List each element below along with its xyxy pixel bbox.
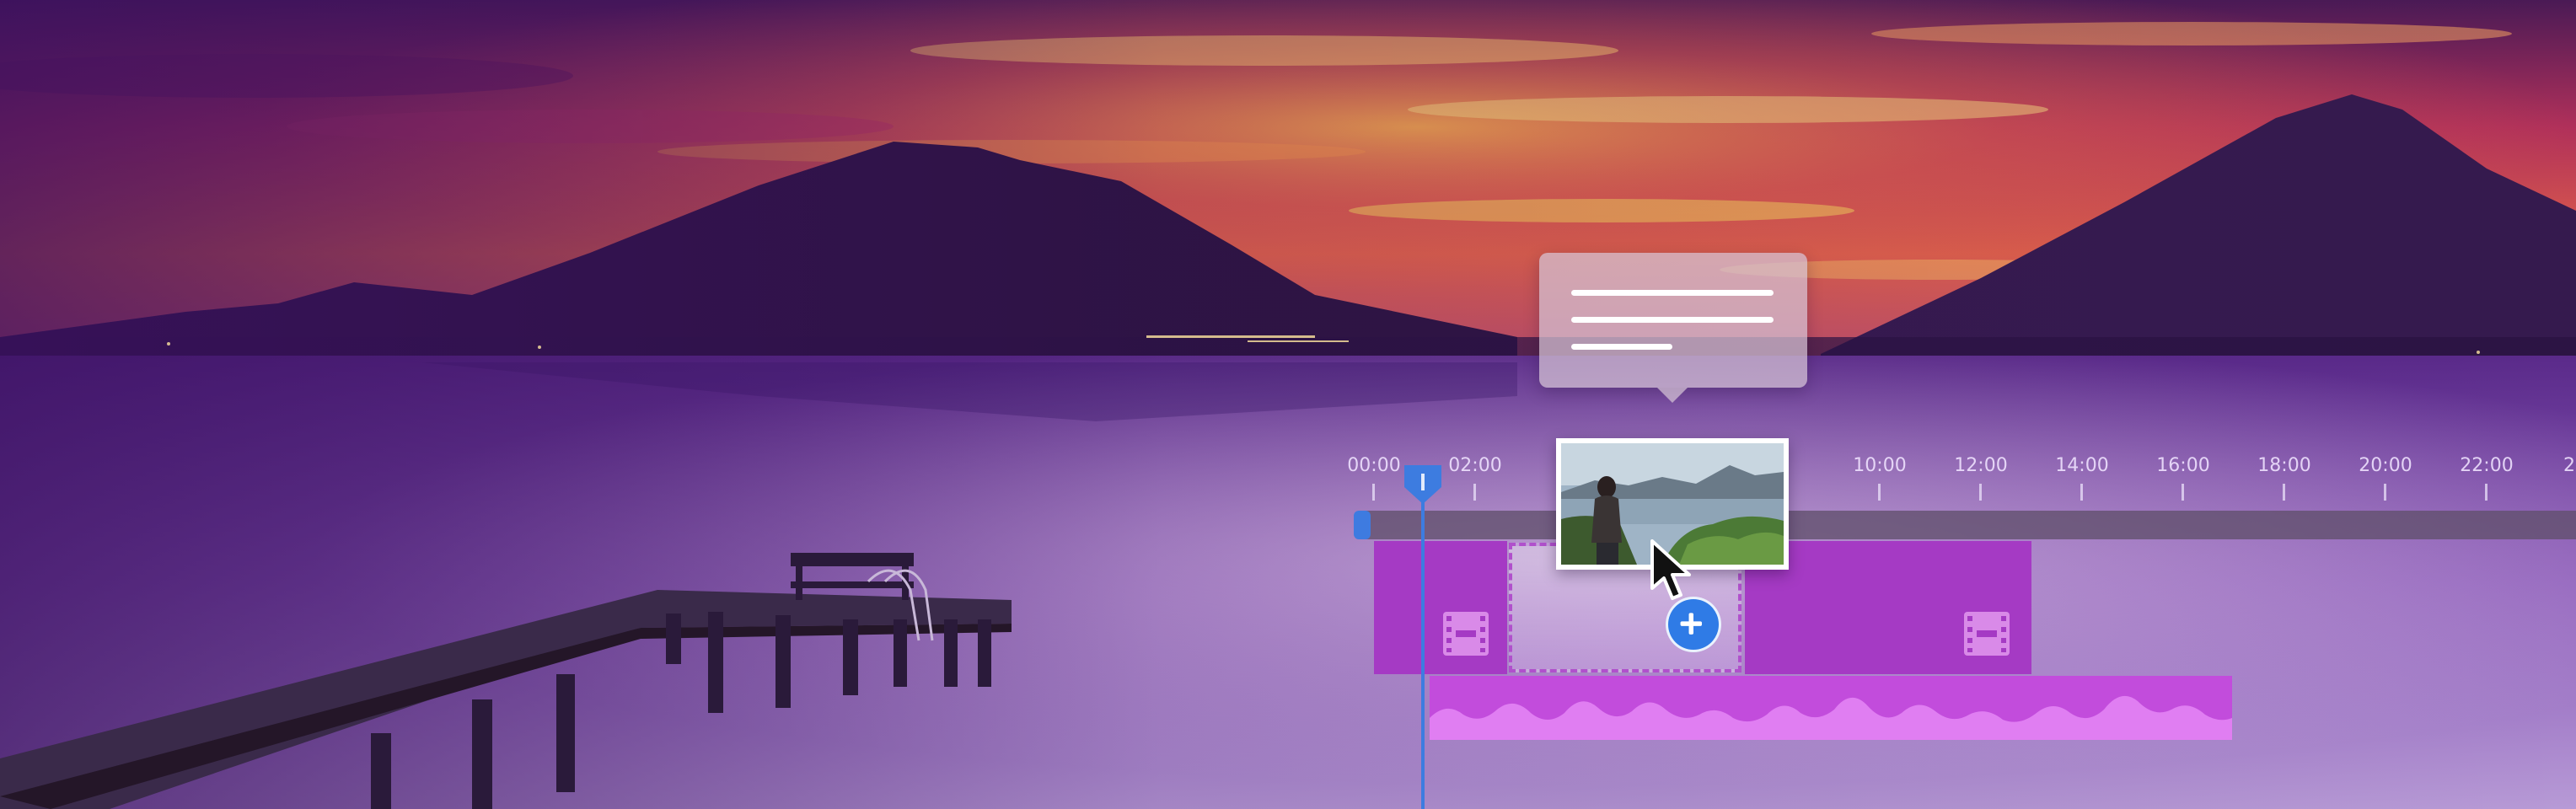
tick-label: 10:00 xyxy=(1853,455,1907,476)
tick-mark xyxy=(2080,484,2083,501)
tooltip-tail xyxy=(1657,388,1688,403)
playhead-icon[interactable] xyxy=(1403,463,1443,506)
text-line xyxy=(1571,290,1774,296)
tick-mark xyxy=(1878,484,1881,501)
audio-waveform xyxy=(1430,695,2232,740)
tick-label: 16:00 xyxy=(2156,455,2210,476)
playhead-line[interactable] xyxy=(1421,480,1425,809)
tick-label: 2 xyxy=(2563,455,2575,476)
tick-mark xyxy=(2485,484,2487,501)
track-start-handle[interactable] xyxy=(1354,511,1371,539)
tick-mark xyxy=(1372,484,1375,501)
film-strip-icon xyxy=(1964,612,2010,656)
tick-label: 00:00 xyxy=(1347,455,1401,476)
plus-icon[interactable] xyxy=(1666,597,1721,652)
timeline-track-bar[interactable] xyxy=(1362,511,2576,539)
tick-mark xyxy=(2384,484,2386,501)
tick-label: 02:00 xyxy=(1448,455,1502,476)
film-strip-icon xyxy=(1443,612,1489,656)
tick-label: 18:00 xyxy=(2257,455,2311,476)
tick-mark xyxy=(2182,484,2184,501)
text-line xyxy=(1571,317,1774,323)
timeline-ruler[interactable]: 00:00 02:00 10:00 12:00 14:00 16:00 18:0… xyxy=(1347,455,2576,509)
tick-label: 14:00 xyxy=(2055,455,2109,476)
tick-mark xyxy=(1473,484,1476,501)
text-line xyxy=(1571,344,1672,350)
tick-label: 22:00 xyxy=(2460,455,2514,476)
tooltip-bubble xyxy=(1539,253,1807,388)
tick-mark xyxy=(2283,484,2285,501)
audio-clip[interactable] xyxy=(1430,676,2232,740)
tick-mark xyxy=(1979,484,1982,501)
tick-label: 20:00 xyxy=(2359,455,2412,476)
video-clip[interactable] xyxy=(1374,541,1507,674)
tick-label: 12:00 xyxy=(1954,455,2008,476)
mouse-pointer-icon xyxy=(1650,539,1691,600)
